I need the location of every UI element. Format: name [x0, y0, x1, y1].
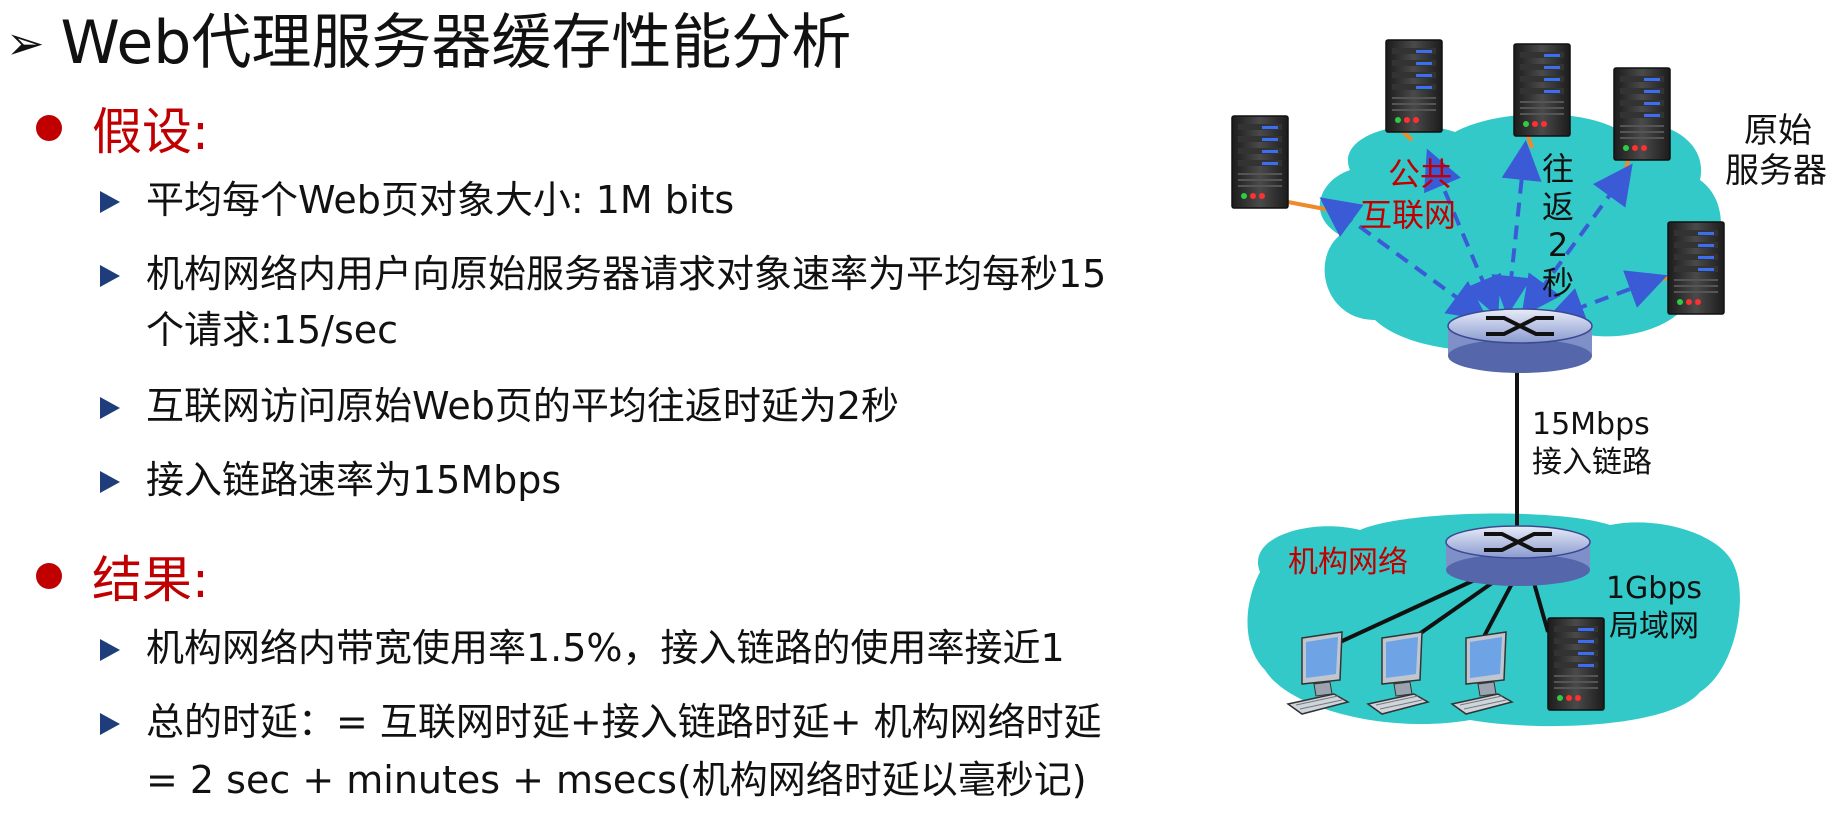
- lan-label: 局域网: [1609, 609, 1699, 644]
- origin-server-icon: [1385, 39, 1443, 133]
- origin-server-icon: [1231, 115, 1289, 209]
- institutional-router-icon: [1445, 525, 1591, 586]
- institutional-network-label: 机构网络: [1288, 545, 1408, 580]
- access-link-label: 15Mbps: [1532, 407, 1650, 442]
- assumptions-heading-text: 假设:: [92, 103, 209, 161]
- network-diagram: 公共 互联网 往 返 2 秒 原始 服务器 15Mbps 接入链路 机构网络 1…: [1230, 20, 1836, 780]
- triangle-bullet-icon: [100, 639, 120, 661]
- red-dot-bullet-icon: [36, 115, 62, 141]
- results-heading-text: 结果:: [92, 551, 209, 609]
- result-item-continuation: = 2 sec + minutes + msecs(机构网络时延以毫秒记): [100, 752, 1087, 808]
- origin-servers-label: 服务器: [1725, 151, 1827, 191]
- rtt-label: 往: [1542, 150, 1574, 188]
- triangle-bullet-icon: [100, 191, 120, 213]
- assumption-item: 平均每个Web页对象大小: 1M bits: [100, 172, 734, 228]
- result-item-text: 总的时延：= 互联网时延+接入链路时延+ 机构网络时延: [146, 700, 1102, 744]
- origin-servers-label: 原始: [1744, 111, 1812, 151]
- rtt-label: 秒: [1542, 264, 1574, 302]
- assumption-item-continuation: 个请求:15/sec: [100, 302, 398, 358]
- assumption-item: 机构网络内用户向原始服务器请求对象速率为平均每秒15: [100, 246, 1106, 302]
- result-item-text: = 2 sec + minutes + msecs(机构网络时延以毫秒记): [146, 758, 1087, 802]
- rtt-label: 返: [1542, 188, 1574, 226]
- result-item-text: 机构网络内带宽使用率1.5%，接入链路的使用率接近1: [146, 626, 1065, 670]
- gateway-router-icon: [1447, 308, 1593, 373]
- assumption-item-text: 个请求:15/sec: [146, 308, 399, 352]
- triangle-bullet-icon: [100, 471, 120, 493]
- triangle-bullet-icon: [100, 713, 120, 735]
- assumption-item: 互联网访问原始Web页的平均往返时延为2秒: [100, 378, 899, 434]
- assumption-item: 接入链路速率为15Mbps: [100, 452, 561, 508]
- local-server-icon: [1547, 617, 1605, 711]
- red-dot-bullet-icon: [36, 563, 62, 589]
- public-internet-label: 公共: [1388, 155, 1452, 193]
- origin-server-icon: [1667, 221, 1725, 315]
- assumption-item-text: 互联网访问原始Web页的平均往返时延为2秒: [146, 384, 900, 428]
- triangle-bullet-icon: [100, 265, 120, 287]
- assumption-item-text: 机构网络内用户向原始服务器请求对象速率为平均每秒15: [146, 252, 1107, 296]
- origin-server-icon: [1613, 67, 1671, 161]
- results-heading: 结果:: [36, 540, 209, 612]
- page-title: ➢ Web代理服务器缓存性能分析: [6, 4, 851, 82]
- origin-server-icon: [1513, 43, 1571, 137]
- lan-label: 1Gbps: [1606, 571, 1702, 606]
- assumption-item-text: 接入链路速率为15Mbps: [146, 458, 562, 502]
- result-item: 总的时延：= 互联网时延+接入链路时延+ 机构网络时延: [100, 694, 1102, 750]
- result-item: 机构网络内带宽使用率1.5%，接入链路的使用率接近1: [100, 620, 1065, 676]
- rtt-label: 2: [1548, 226, 1568, 264]
- access-link-label: 接入链路: [1532, 445, 1652, 480]
- public-internet-label: 互联网: [1360, 196, 1456, 234]
- arrow-bullet-icon: ➢: [6, 16, 45, 70]
- triangle-bullet-icon: [100, 397, 120, 419]
- assumptions-heading: 假设:: [36, 92, 209, 164]
- page-title-text: Web代理服务器缓存性能分析: [60, 8, 852, 78]
- assumption-item-text: 平均每个Web页对象大小: 1M bits: [146, 178, 735, 222]
